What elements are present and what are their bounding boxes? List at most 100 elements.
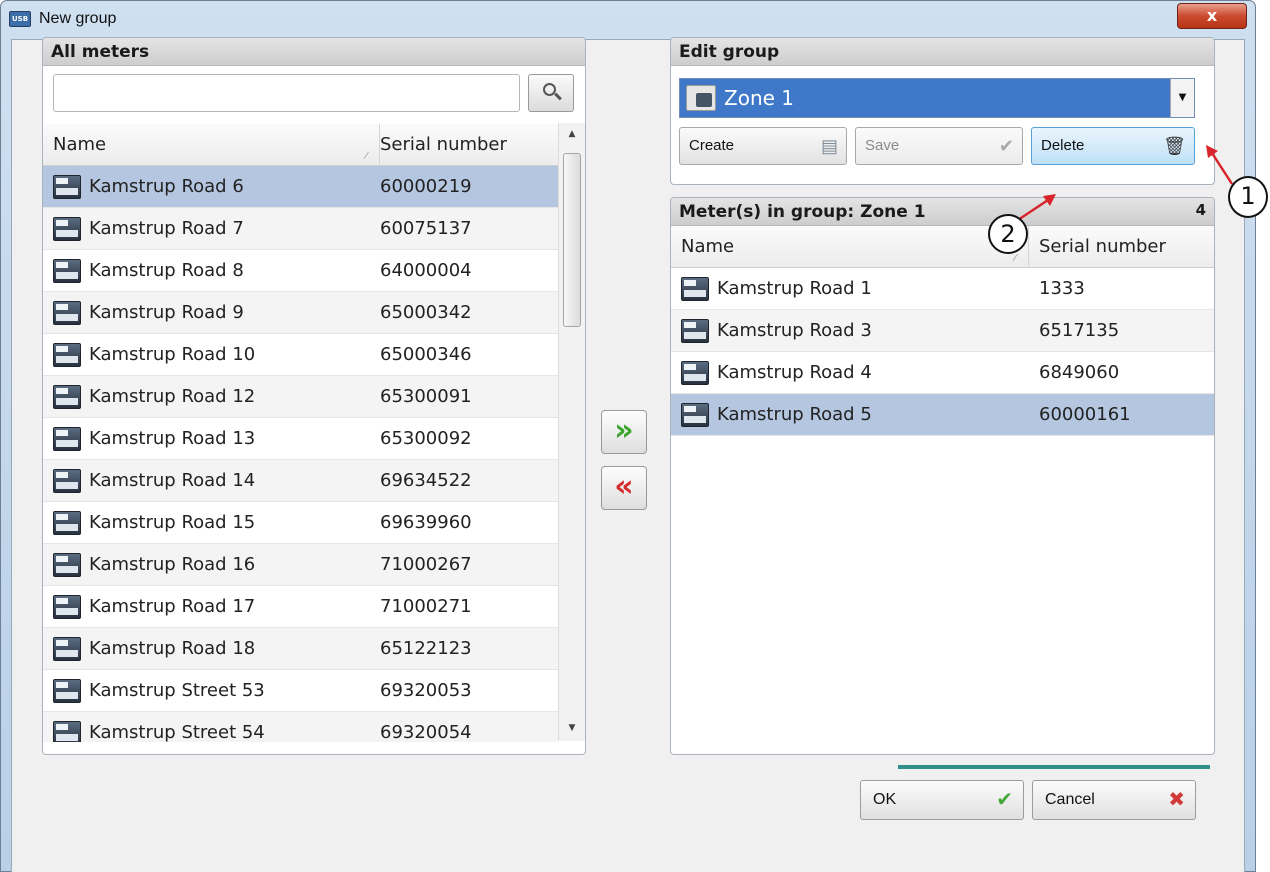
meter-icon xyxy=(53,511,81,535)
meter-name: Kamstrup Road 17 xyxy=(89,596,256,617)
table-row[interactable]: Kamstrup Road 3 6517135 xyxy=(671,310,1214,352)
cross-icon: ✖ xyxy=(1168,789,1185,811)
meter-serial: 69320053 xyxy=(380,680,472,701)
table-row[interactable]: Kamstrup Road 1 1333 xyxy=(671,268,1214,310)
group-meters-grid-header: Name ⁄ Serial number xyxy=(671,226,1214,268)
column-header-label: Name xyxy=(53,134,107,155)
meter-name-cell: Kamstrup Road 17 xyxy=(43,586,380,627)
meter-name-cell: Kamstrup Road 16 xyxy=(43,544,380,585)
meter-serial: 64000004 xyxy=(380,260,472,281)
scroll-down-arrow-icon[interactable]: ▼ xyxy=(559,717,585,739)
meter-icon xyxy=(53,175,81,199)
all-meters-scrollbar[interactable]: ▲ ▼ xyxy=(558,123,585,741)
search-button[interactable] xyxy=(528,74,574,112)
meter-name: Kamstrup Road 15 xyxy=(89,512,256,533)
table-row[interactable]: Kamstrup Road 12 65300091 xyxy=(43,376,558,418)
table-row[interactable]: Kamstrup Road 5 60000161 xyxy=(671,394,1214,436)
save-button[interactable]: Save ✔ xyxy=(855,127,1023,165)
edit-group-header: Edit group xyxy=(671,38,1214,66)
table-row[interactable]: Kamstrup Road 9 65000342 xyxy=(43,292,558,334)
meter-icon xyxy=(681,319,709,343)
meter-name-cell: Kamstrup Road 9 xyxy=(43,292,380,333)
meter-serial: 69639960 xyxy=(380,512,472,533)
meter-icon xyxy=(53,469,81,493)
meter-name-cell: Kamstrup Road 5 xyxy=(671,394,1029,435)
table-row[interactable]: Kamstrup Road 17 71000271 xyxy=(43,586,558,628)
table-row[interactable]: Kamstrup Road 18 65122123 xyxy=(43,628,558,670)
column-header-serial[interactable]: Serial number xyxy=(380,124,550,165)
remove-from-group-button[interactable]: « xyxy=(601,466,647,510)
table-row[interactable]: Kamstrup Road 14 69634522 xyxy=(43,460,558,502)
double-chevron-right-icon: » xyxy=(614,413,634,448)
meter-name-cell: Kamstrup Road 8 xyxy=(43,250,380,291)
create-button[interactable]: Create ▤ xyxy=(679,127,847,165)
meter-name: Kamstrup Road 8 xyxy=(89,260,244,281)
scroll-up-arrow-icon[interactable]: ▲ xyxy=(559,123,585,145)
all-meters-header: All meters xyxy=(43,38,585,66)
table-row[interactable]: Kamstrup Road 8 64000004 xyxy=(43,250,558,292)
table-row[interactable]: Kamstrup Road 10 65000346 xyxy=(43,334,558,376)
meter-name: Kamstrup Road 10 xyxy=(89,344,256,365)
close-button[interactable]: x xyxy=(1177,3,1247,29)
meter-name-cell: Kamstrup Street 53 xyxy=(43,670,380,711)
table-row[interactable]: Kamstrup Road 4 6849060 xyxy=(671,352,1214,394)
table-row[interactable]: Kamstrup Road 13 65300092 xyxy=(43,418,558,460)
meter-icon xyxy=(681,361,709,385)
meter-name-cell: Kamstrup Road 12 xyxy=(43,376,380,417)
table-row[interactable]: Kamstrup Road 7 60075137 xyxy=(43,208,558,250)
meter-name: Kamstrup Road 16 xyxy=(89,554,256,575)
group-select[interactable]: Zone 1 ▼ xyxy=(679,78,1195,118)
meter-name-cell: Kamstrup Street 54 xyxy=(43,712,380,742)
meter-name: Kamstrup Street 54 xyxy=(89,722,265,742)
meter-serial: 71000267 xyxy=(380,554,472,575)
meter-name: Kamstrup Road 12 xyxy=(89,386,256,407)
meter-name-cell: Kamstrup Road 13 xyxy=(43,418,380,459)
ok-button[interactable]: OK ✔ xyxy=(860,780,1024,820)
progress-line xyxy=(898,765,1210,769)
chevron-down-icon[interactable]: ▼ xyxy=(1170,79,1194,117)
column-header-serial[interactable]: Serial number xyxy=(1029,226,1205,267)
cancel-button[interactable]: Cancel ✖ xyxy=(1032,780,1196,820)
table-row[interactable]: Kamstrup Road 15 69639960 xyxy=(43,502,558,544)
column-header-name[interactable]: Name ⁄ xyxy=(43,124,380,165)
all-meters-grid: Name ⁄ Serial number Kamstrup Road 6 6000… xyxy=(43,123,585,742)
search-input[interactable] xyxy=(53,74,520,112)
meter-icon xyxy=(53,427,81,451)
add-to-group-button[interactable]: » xyxy=(601,410,647,454)
meter-icon xyxy=(53,595,81,619)
meter-serial: 60075137 xyxy=(380,218,472,239)
meter-name-cell: Kamstrup Road 14 xyxy=(43,460,380,501)
column-header-name[interactable]: Name ⁄ xyxy=(671,226,1029,267)
usb-icon: USB xyxy=(9,11,31,27)
delete-button[interactable]: Delete 🗑 xyxy=(1031,127,1195,165)
window-title: New group xyxy=(39,10,117,27)
meter-name-cell: Kamstrup Road 7 xyxy=(43,208,380,249)
table-row[interactable]: Kamstrup Road 16 71000267 xyxy=(43,544,558,586)
checkmark-icon: ✔ xyxy=(998,136,1014,156)
meter-icon xyxy=(53,721,81,742)
meter-name: Kamstrup Road 9 xyxy=(89,302,244,323)
column-header-label: Name xyxy=(681,236,735,257)
meter-name-cell: Kamstrup Road 10 xyxy=(43,334,380,375)
group-icon xyxy=(686,85,716,111)
table-row[interactable]: Kamstrup Street 54 69320054 xyxy=(43,712,558,742)
edit-group-panel: Edit group Zone 1 ▼ Create ▤ Save ✔ Dele… xyxy=(670,37,1215,185)
meter-name: Kamstrup Street 53 xyxy=(89,680,265,701)
cancel-button-label: Cancel xyxy=(1045,791,1095,808)
meter-icon xyxy=(53,217,81,241)
all-meters-panel: All meters Name ⁄ Serial number Kamstrup… xyxy=(42,37,586,755)
scroll-thumb[interactable] xyxy=(563,153,581,327)
callout-marker-1: 1 xyxy=(1228,176,1268,218)
checkmark-icon: ✔ xyxy=(996,789,1013,811)
all-meters-rows: Kamstrup Road 6 60000219 Kamstrup Road 7 60… xyxy=(43,166,558,742)
ok-button-label: OK xyxy=(873,791,897,808)
meter-serial: 65122123 xyxy=(380,638,472,659)
group-meters-panel: Meter(s) in group: Zone 1 4 Name ⁄ Seria… xyxy=(670,197,1215,755)
meter-serial: 60000219 xyxy=(380,176,472,197)
meter-name: Kamstrup Road 13 xyxy=(89,428,256,449)
table-row[interactable]: Kamstrup Road 6 60000219 xyxy=(43,166,558,208)
meter-serial: 69634522 xyxy=(380,470,472,491)
table-row[interactable]: Kamstrup Street 53 69320053 xyxy=(43,670,558,712)
title-bar[interactable]: USB New group x xyxy=(1,1,1255,37)
meter-name-cell: Kamstrup Road 18 xyxy=(43,628,380,669)
